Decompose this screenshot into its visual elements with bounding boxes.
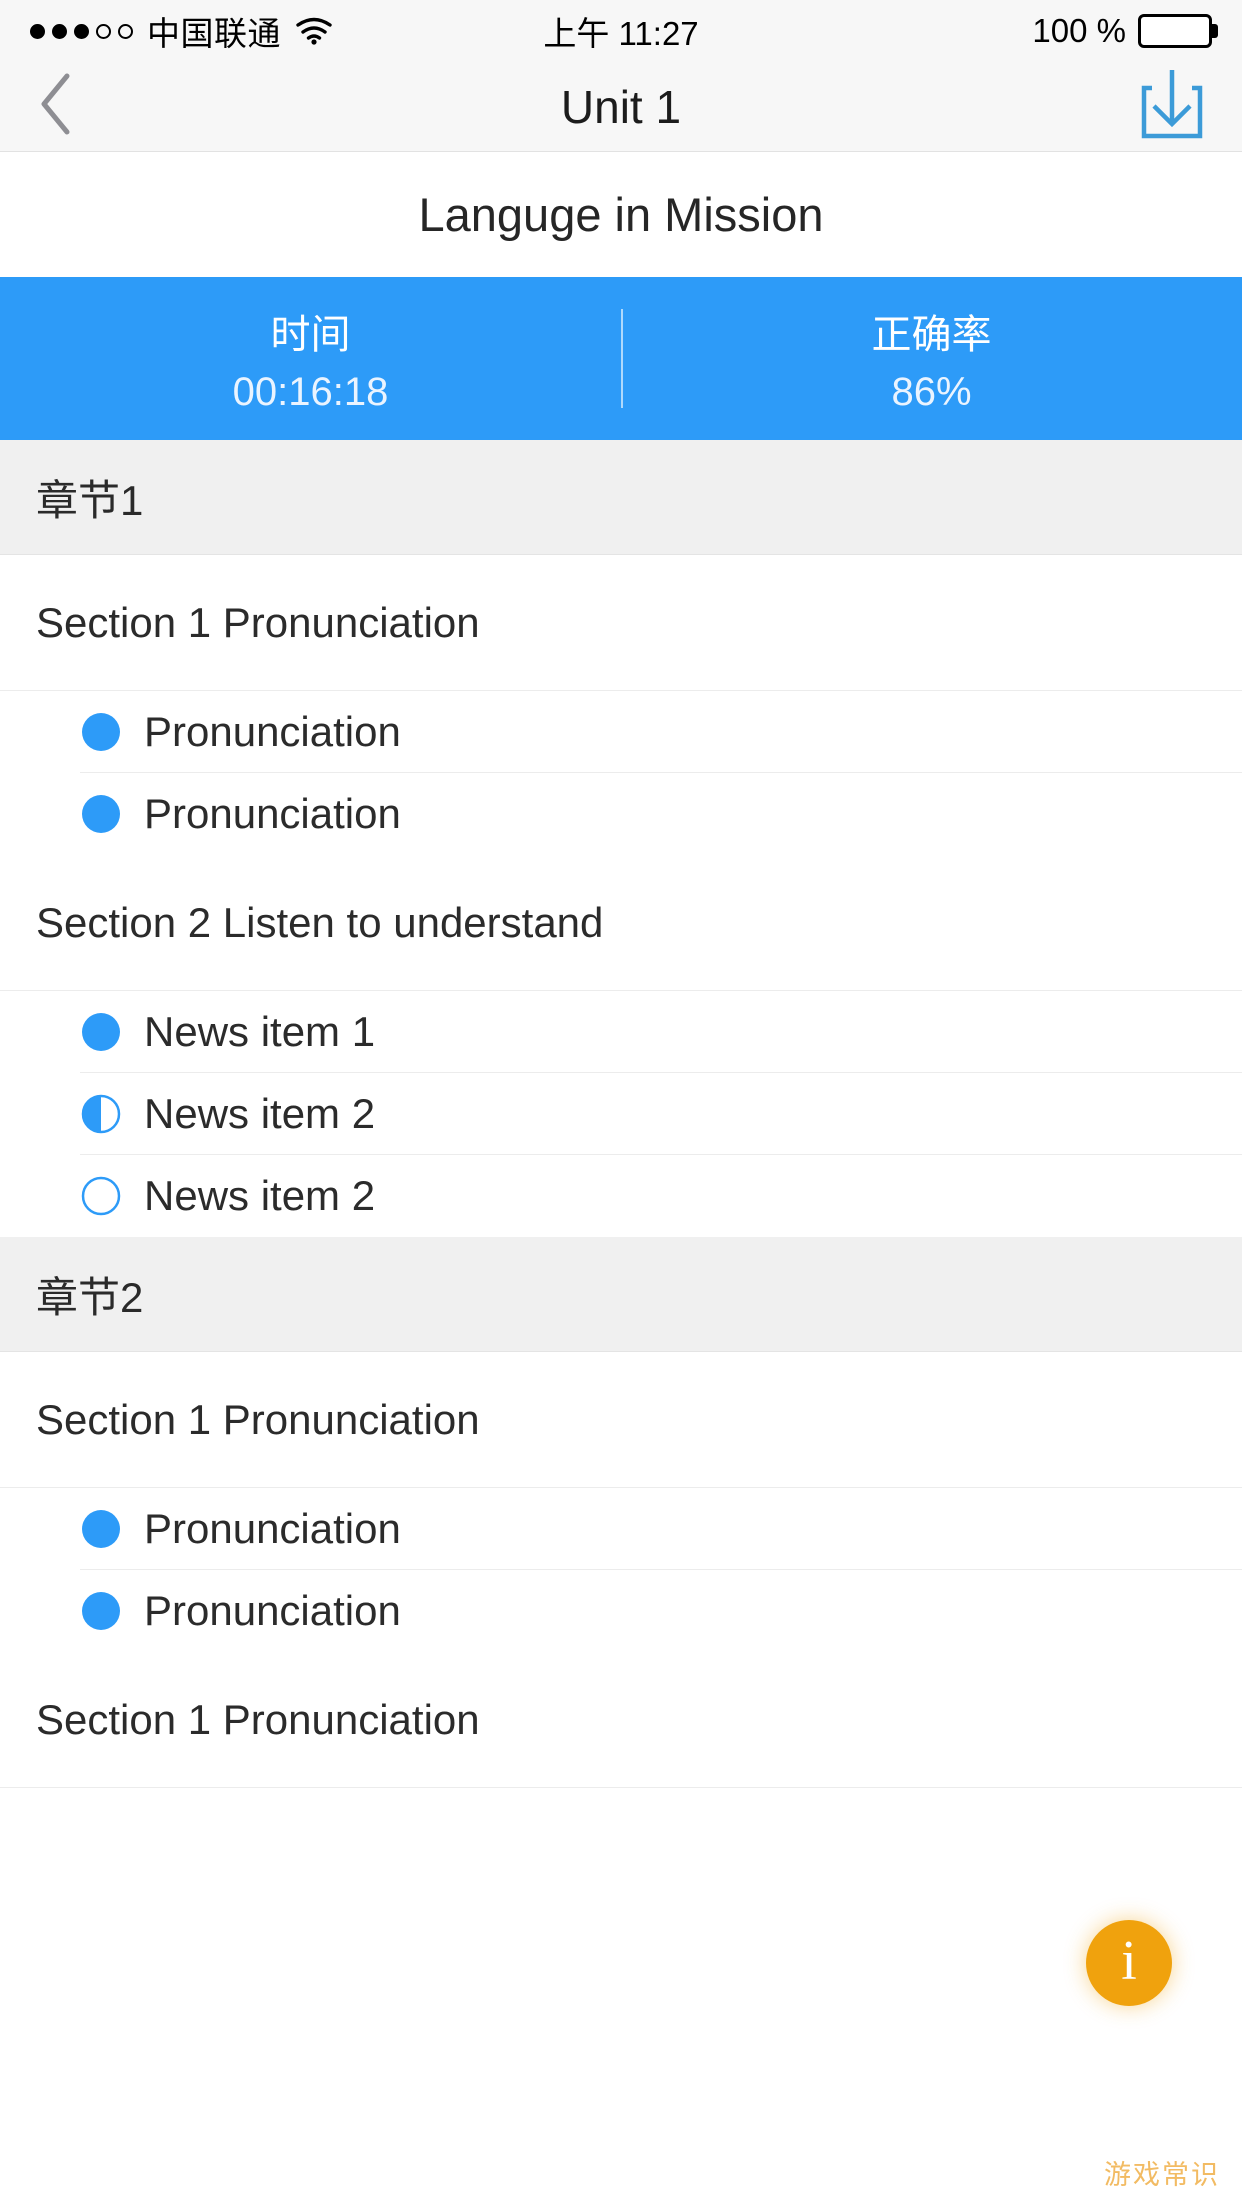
signal-dot [74,24,89,39]
stat-time-label: 时间 [271,302,351,360]
lesson-item-row[interactable]: Pronunciation [0,691,1242,773]
progress-circle-full-icon [80,1011,122,1053]
progress-circle-full-icon [80,711,122,753]
lesson-item-row[interactable]: Pronunciation [0,773,1242,855]
section-label: Section 1 Pronunciation [36,1396,480,1444]
signal-dot [118,24,133,39]
battery-percent-label: 100 % [1032,12,1126,50]
subtitle-bar: Languge in Mission [0,152,1242,277]
chapter-header: 章节1 [0,440,1242,555]
section-row[interactable]: Section 1 Pronunciation [0,555,1242,691]
signal-dot [96,24,111,39]
battery-cap [1212,24,1218,38]
section-label: Section 2 Listen to understand [36,899,603,947]
lesson-item-label: Pronunciation [144,1587,401,1635]
app-screen: 中国联通 上午 11:27 100 % [0,0,1242,2208]
signal-dot [30,24,45,39]
page-title: Unit 1 [0,80,1242,134]
lesson-item-row[interactable]: News item 1 [0,991,1242,1073]
progress-circle-full-icon [80,1508,122,1550]
status-bar-right: 100 % [1032,12,1212,50]
section-row[interactable]: Section 1 Pronunciation [0,1352,1242,1488]
lesson-item-row[interactable]: News item 2 [0,1155,1242,1237]
stats-divider [621,309,623,408]
stats-bar: 时间 00:16:18 正确率 86% [0,277,1242,440]
lesson-item-label: Pronunciation [144,790,401,838]
signal-strength-icon [30,24,133,39]
download-button[interactable] [1138,66,1206,147]
stat-accuracy-value: 86% [891,370,971,415]
watermark: 游戏常识 [1104,2153,1220,2192]
chevron-left-icon [36,71,76,142]
carrier-label: 中国联通 [147,7,281,55]
lesson-item-label: News item 2 [144,1172,375,1220]
lesson-item-row[interactable]: Pronunciation [0,1488,1242,1570]
lesson-subtitle: Languge in Mission [419,187,824,242]
signal-dot [52,24,67,39]
chapter-header: 章节2 [0,1237,1242,1352]
stat-time-value: 00:16:18 [233,370,389,415]
lesson-item-label: News item 2 [144,1090,375,1138]
lesson-item-row[interactable]: News item 2 [0,1073,1242,1155]
back-button[interactable] [36,72,96,142]
stat-accuracy-label: 正确率 [872,302,992,360]
chapter-label: 章节1 [36,467,143,528]
wifi-icon [295,17,333,45]
section-label: Section 1 Pronunciation [36,1696,480,1744]
progress-circle-full-icon [80,793,122,835]
status-bar-left: 中国联通 [30,7,333,55]
section-label: Section 1 Pronunciation [36,599,480,647]
status-bar: 中国联通 上午 11:27 100 % [0,0,1242,62]
lesson-item-label: Pronunciation [144,1505,401,1553]
navigation-bar: Unit 1 [0,62,1242,152]
lesson-item-row[interactable]: Pronunciation [0,1570,1242,1652]
section-row[interactable]: Section 1 Pronunciation [0,1652,1242,1788]
download-icon [1138,66,1206,147]
stat-accuracy: 正确率 86% [621,277,1242,440]
lesson-item-label: News item 1 [144,1008,375,1056]
stat-time: 时间 00:16:18 [0,277,621,440]
lesson-list[interactable]: 章节1 Section 1 Pronunciation Pronunciation P… [0,440,1242,1788]
info-fab-button[interactable]: i [1086,1920,1172,2006]
chapter-label: 章节2 [36,1264,143,1325]
lesson-item-label: Pronunciation [144,708,401,756]
section-row[interactable]: Section 2 Listen to understand [0,855,1242,991]
progress-circle-empty-icon [80,1175,122,1217]
progress-circle-full-icon [80,1590,122,1632]
progress-circle-half-icon [80,1093,122,1135]
battery-icon [1138,14,1212,48]
info-icon: i [1121,1933,1137,1989]
